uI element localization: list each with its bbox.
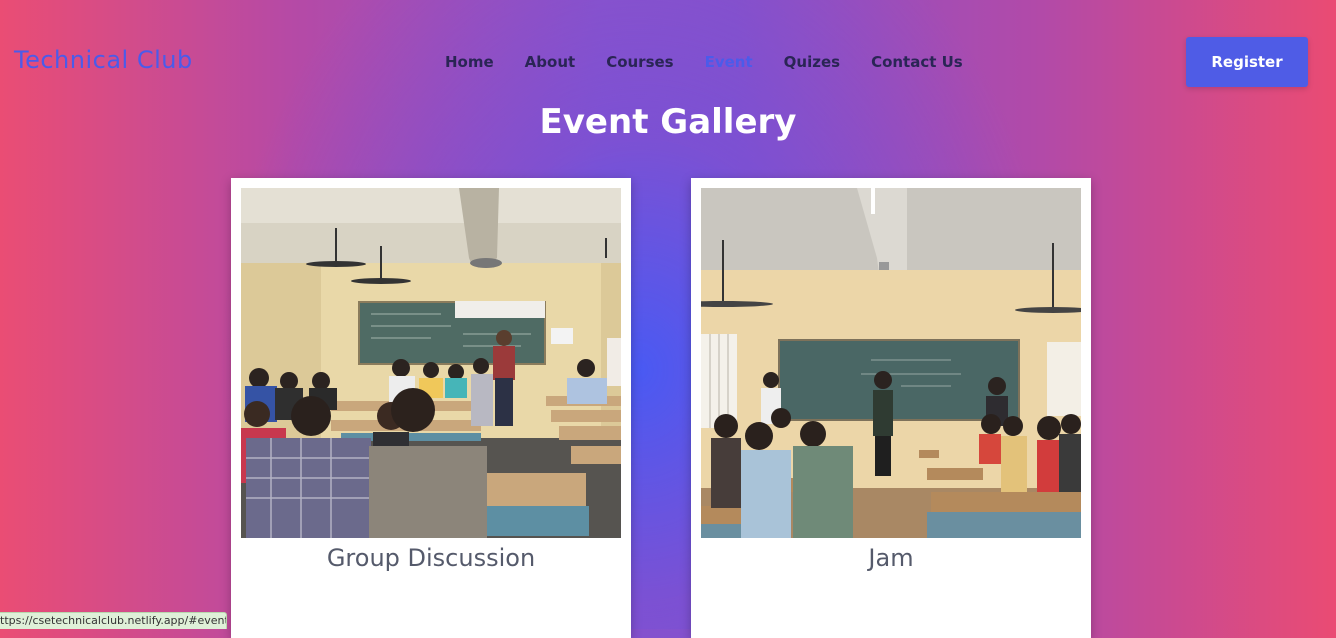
site-logo[interactable]: Technical Club xyxy=(14,46,193,74)
nav-quizes[interactable]: Quizes xyxy=(784,53,840,71)
status-bar-url: ttps://csetechnicalclub.netlify.app/#eve… xyxy=(0,612,227,629)
nav-about[interactable]: About xyxy=(525,53,576,71)
group-discussion-photo xyxy=(241,188,621,538)
jam-photo xyxy=(701,188,1081,538)
nav-contact-us[interactable]: Contact Us xyxy=(871,53,963,71)
gallery-card-jam: Jam xyxy=(691,178,1091,638)
nav-home[interactable]: Home xyxy=(445,53,494,71)
card-caption: Group Discussion xyxy=(326,544,536,572)
classroom-photo-illustration xyxy=(701,188,1081,538)
register-button[interactable]: Register xyxy=(1186,37,1308,87)
gallery-card-group-discussion: Group Discussion xyxy=(231,178,631,638)
page-title: Event Gallery xyxy=(539,102,797,142)
nav-event[interactable]: Event xyxy=(705,53,753,71)
nav-courses[interactable]: Courses xyxy=(606,53,673,71)
main-nav: Home About Courses Event Quizes Contact … xyxy=(445,53,963,71)
card-caption: Jam xyxy=(868,544,914,572)
classroom-photo-illustration xyxy=(241,188,621,538)
